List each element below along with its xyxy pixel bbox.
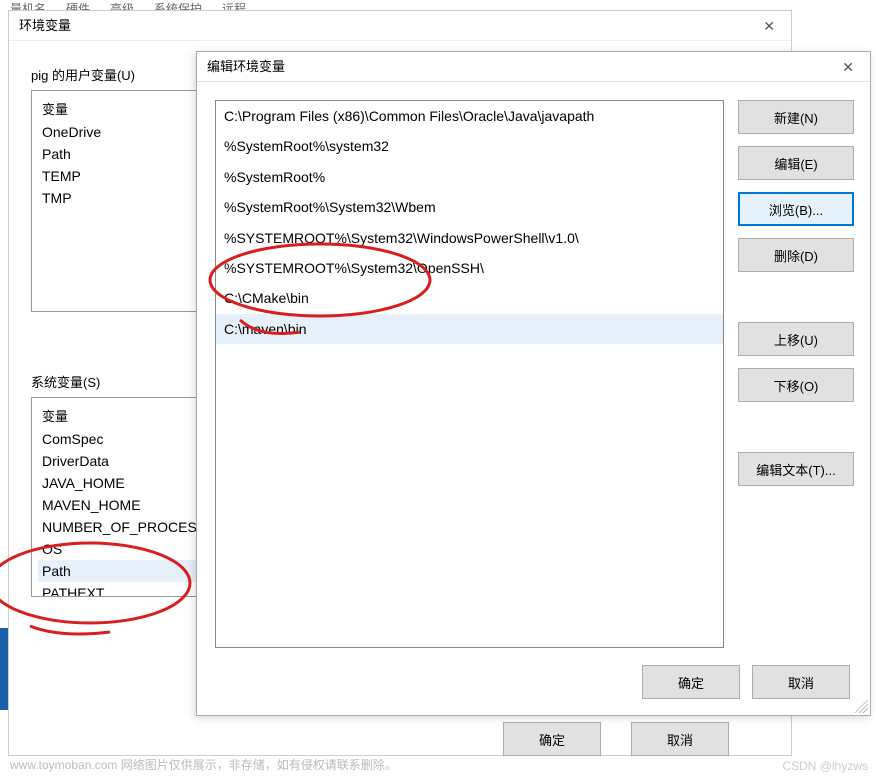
move-down-button[interactable]: 下移(O) bbox=[738, 368, 854, 402]
move-up-button[interactable]: 上移(U) bbox=[738, 322, 854, 356]
tab: 系统保护 bbox=[154, 0, 202, 10]
browse-button[interactable]: 浏览(B)... bbox=[738, 192, 854, 226]
dialog-title: 编辑环境变量 bbox=[207, 52, 285, 82]
resize-grip-icon[interactable] bbox=[854, 699, 868, 713]
tab: 硬件 bbox=[66, 0, 90, 10]
close-icon[interactable]: ✕ bbox=[757, 11, 781, 41]
path-item[interactable]: %SYSTEMROOT%\System32\WindowsPowerShell\… bbox=[216, 223, 723, 253]
ok-button[interactable]: 确定 bbox=[642, 665, 740, 699]
path-item[interactable]: %SystemRoot% bbox=[216, 162, 723, 192]
path-item[interactable]: C:\Program Files (x86)\Common Files\Orac… bbox=[216, 101, 723, 131]
cancel-button[interactable]: 取消 bbox=[752, 665, 850, 699]
edit-env-var-dialog: 编辑环境变量 ✕ C:\Program Files (x86)\Common F… bbox=[196, 51, 871, 716]
watermark-right: CSDN @lhyzws bbox=[782, 759, 868, 773]
path-item[interactable]: C:\maven\bin bbox=[216, 314, 723, 344]
path-item[interactable]: C:\CMake\bin bbox=[216, 283, 723, 313]
spacer bbox=[738, 284, 854, 310]
path-item[interactable]: %SystemRoot%\system32 bbox=[216, 131, 723, 161]
cancel-button[interactable]: 取消 bbox=[631, 722, 729, 756]
spacer bbox=[738, 414, 854, 440]
new-button[interactable]: 新建(N) bbox=[738, 100, 854, 134]
edit-text-button[interactable]: 编辑文本(T)... bbox=[738, 452, 854, 486]
tab: 远程 bbox=[222, 0, 246, 10]
path-listbox[interactable]: C:\Program Files (x86)\Common Files\Orac… bbox=[215, 100, 724, 648]
close-icon[interactable]: ✕ bbox=[836, 52, 860, 82]
delete-button[interactable]: 删除(D) bbox=[738, 238, 854, 272]
edit-dialog-body: C:\Program Files (x86)\Common Files\Orac… bbox=[197, 82, 870, 715]
parent-dialog-buttons: 确定 取消 bbox=[503, 722, 729, 756]
button-column: 新建(N) 编辑(E) 浏览(B)... 删除(D) 上移(U) 下移(O) 编… bbox=[738, 100, 854, 701]
edit-button[interactable]: 编辑(E) bbox=[738, 146, 854, 180]
ok-button[interactable]: 确定 bbox=[503, 722, 601, 756]
window-edge bbox=[0, 628, 8, 710]
tab: 量机名 bbox=[10, 0, 46, 10]
top-tab-strip: 量机名 硬件 高级 系统保护 远程 bbox=[0, 0, 876, 10]
dialog-title: 环境变量 bbox=[19, 11, 71, 41]
path-item[interactable]: %SYSTEMROOT%\System32\OpenSSH\ bbox=[216, 253, 723, 283]
dialog-titlebar[interactable]: 编辑环境变量 ✕ bbox=[197, 52, 870, 82]
watermark-left: www.toymoban.com 网络图片仅供展示，非存储，如有侵权请联系删除。 bbox=[10, 756, 397, 773]
path-item[interactable]: %SystemRoot%\System32\Wbem bbox=[216, 192, 723, 222]
edit-dialog-buttons: 确定 取消 bbox=[642, 665, 850, 699]
tab: 高级 bbox=[110, 0, 134, 10]
dialog-titlebar[interactable]: 环境变量 ✕ bbox=[9, 11, 791, 41]
